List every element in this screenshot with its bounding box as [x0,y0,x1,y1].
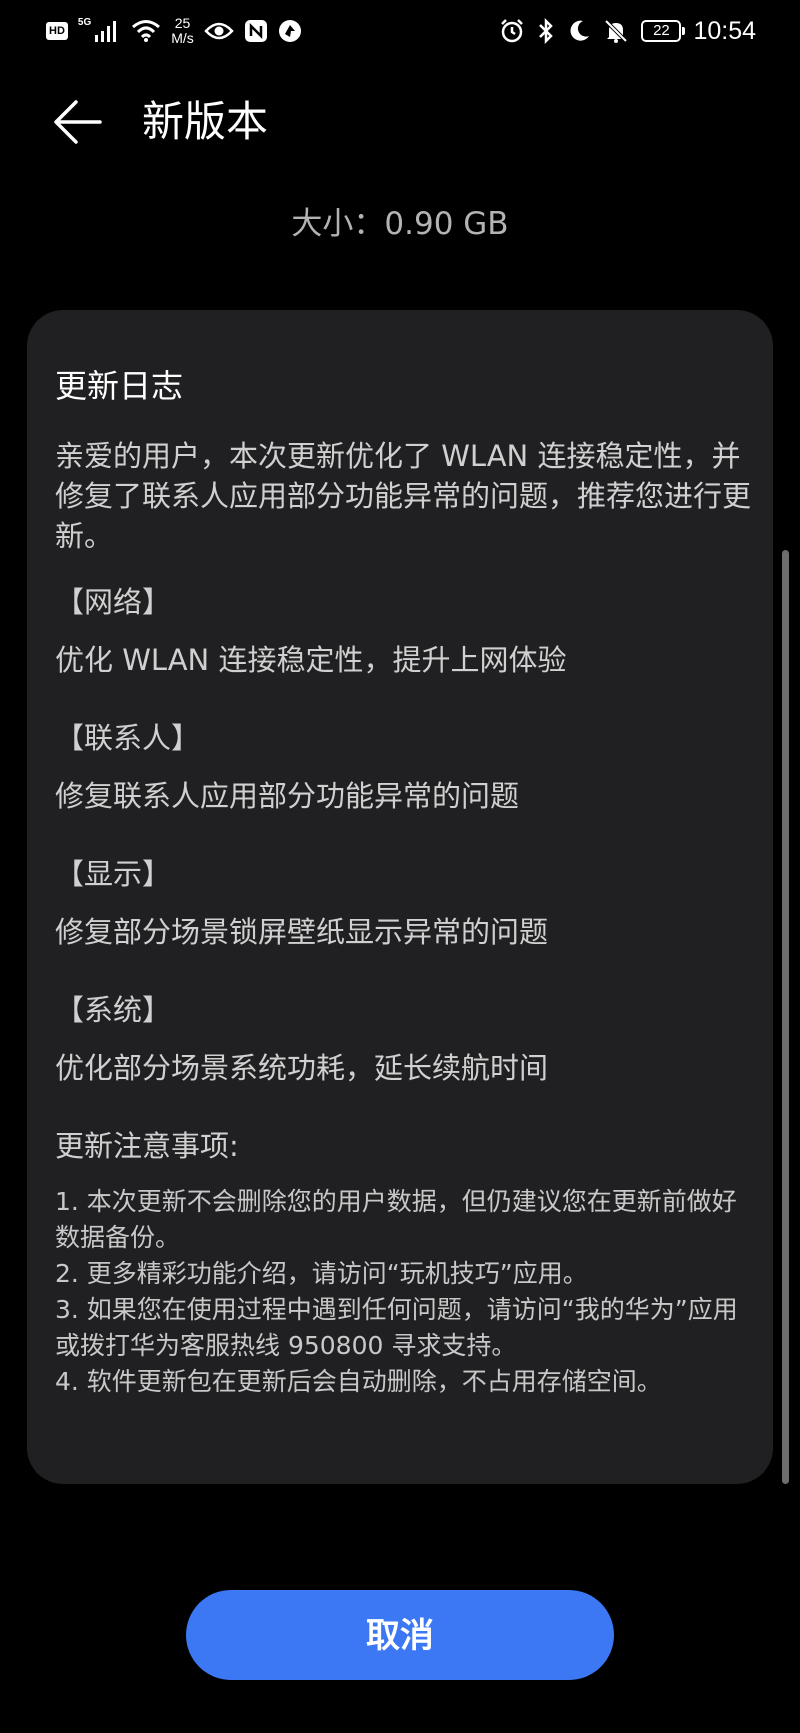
network-speed: 25 M/s [171,16,194,46]
section-heading-network: 【网络】 [55,585,172,619]
status-time: 10:54 [693,16,756,45]
speed-value: 25 [174,15,191,31]
note-item: 4. 软件更新包在更新后会自动删除，不占用存储空间。 [55,1367,662,1396]
signal-icon [93,19,121,43]
notes-list: 1. 本次更新不会删除您的用户数据，但仍建议您在更新前做好数据备份。 2. 更多… [55,1184,755,1400]
section-heading-display: 【显示】 [55,857,172,891]
changelog-card[interactable]: 更新日志 亲爱的用户，本次更新优化了 WLAN 连接稳定性，并修复了联系人应用部… [27,310,773,1484]
network-type: 5G [77,17,92,28]
page-title: 新版本 [142,97,269,146]
changelog-content: 更新日志 亲爱的用户，本次更新优化了 WLAN 连接稳定性，并修复了联系人应用部… [55,362,755,1400]
status-bar-right: 22 10:54 [499,14,756,48]
note-item: 2. 更多精彩功能介绍，请访问“玩机技巧”应用。 [55,1259,588,1288]
note-item: 1. 本次更新不会删除您的用户数据，但仍建议您在更新前做好数据备份。 [55,1187,737,1252]
scrollbar[interactable] [782,550,789,1484]
eye-icon [204,21,234,41]
section-text-contacts: 修复联系人应用部分功能异常的问题 [55,779,520,813]
bluetooth-icon [537,18,555,44]
changelog-title: 更新日志 [55,367,184,405]
update-size: 大小：0.90 GB [291,206,509,242]
section-text-system: 优化部分场景系统功耗，延长续航时间 [55,1051,549,1085]
bell-off-icon [603,18,629,44]
note-item: 3. 如果您在使用过程中遇到任何问题，请访问“我的华为”应用或拨打华为客服热线 … [55,1295,738,1360]
section-text-network: 优化 WLAN 连接稳定性，提升上网体验 [55,643,567,677]
wifi-icon [131,19,161,43]
arrow-left-icon [54,100,102,144]
battery-icon: 22 [641,20,686,42]
section-heading-contacts: 【联系人】 [55,721,201,755]
status-bar: HD 5G 25 M/s 22 10:54 [0,0,800,62]
hd-icon: HD [46,22,68,40]
header: 新版本 [0,80,800,164]
moon-icon [567,19,591,43]
notes-title: 更新注意事项: [55,1129,239,1163]
battery-level: 22 [653,22,670,39]
section-text-display: 修复部分场景锁屏壁纸显示异常的问题 [55,915,549,949]
section-heading-system: 【系统】 [55,993,172,1027]
back-button[interactable] [52,98,104,146]
changelog-intro: 亲爱的用户，本次更新优化了 WLAN 连接稳定性，并修复了联系人应用部分功能异常… [55,439,752,553]
speed-unit: M/s [171,30,194,46]
app-icon [278,19,302,43]
cancel-button[interactable]: 取消 [186,1590,614,1680]
status-bar-left: HD 5G 25 M/s [46,14,302,48]
alarm-icon [499,18,525,44]
nfc-icon [244,19,268,43]
